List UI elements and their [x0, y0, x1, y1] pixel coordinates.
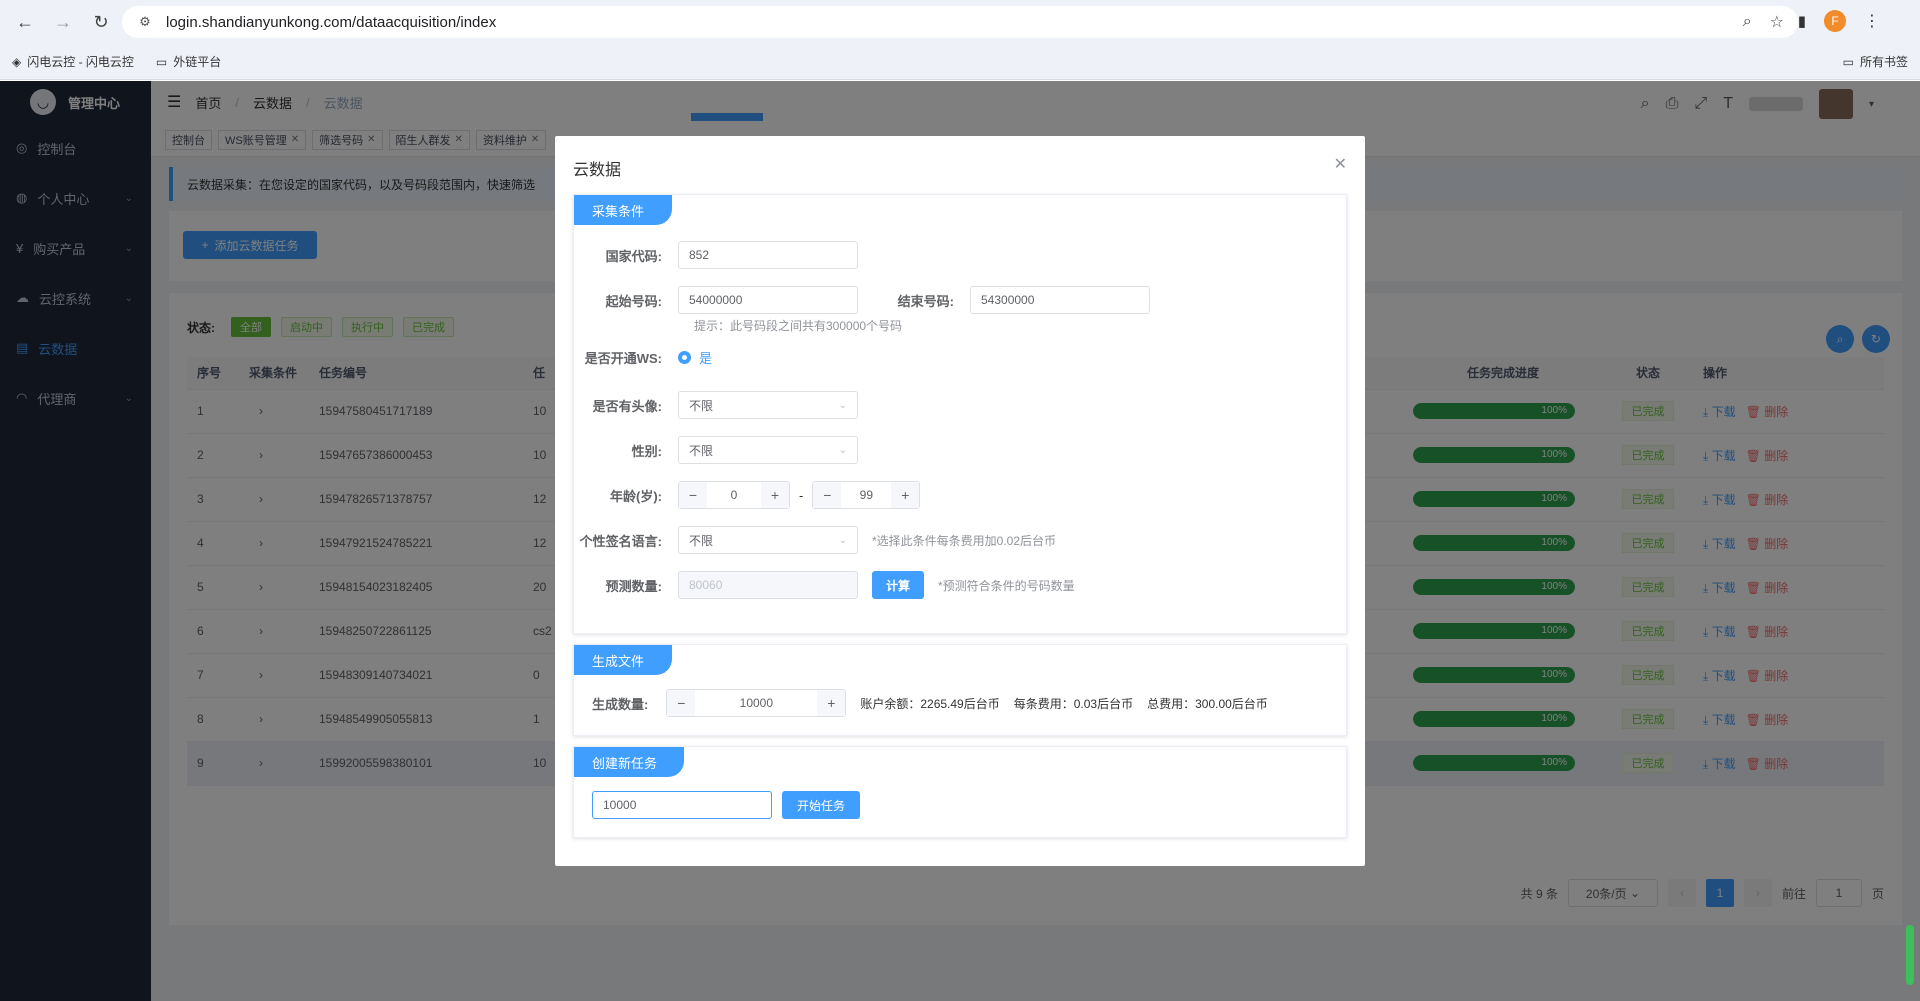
country-code-input[interactable]: 852: [678, 241, 858, 269]
profile-avatar[interactable]: F: [1824, 10, 1846, 32]
signature-language-select[interactable]: 不限 ⌄: [678, 526, 858, 554]
range-hint: 提示：此号码段之间共有300000个号码: [694, 319, 903, 333]
panel-head-generate: 生成文件: [574, 645, 672, 675]
side-panel-icon[interactable]: ▮: [1798, 12, 1806, 30]
cloud-data-dialog: 云数据 ✕ 采集条件 国家代码: 852 起始号码: 54000000 结束号码…: [555, 136, 1365, 866]
reload-icon[interactable]: ↻: [88, 9, 114, 35]
folder-icon: ▭: [1842, 54, 1854, 69]
browser-toolbar: ← → ↻ ⚙ login.shandianyunkong.com/dataac…: [0, 0, 1920, 44]
ws-row: 是否开通WS: 是: [574, 348, 712, 367]
collect-conditions-panel: 采集条件 国家代码: 852 起始号码: 54000000 结束号码: 5430…: [573, 194, 1347, 634]
age-row: 年龄(岁): − 0 + - − 99 +: [574, 481, 921, 509]
plus-icon[interactable]: +: [761, 482, 789, 508]
forward-icon[interactable]: →: [50, 9, 76, 35]
close-icon[interactable]: ✕: [1334, 154, 1347, 174]
start-number-input[interactable]: 54000000: [678, 286, 858, 314]
panel-head-create: 创建新任务: [574, 747, 684, 777]
calculate-button[interactable]: 计算: [872, 571, 924, 599]
total-cost: 总费用：300.00后台币: [1147, 696, 1268, 711]
scrollbar[interactable]: [1906, 925, 1914, 985]
generate-count-stepper[interactable]: − 10000 +: [666, 689, 847, 717]
account-balance: 账户余额：2265.49后台币: [860, 696, 1000, 711]
age-min-stepper[interactable]: − 0 +: [678, 481, 790, 509]
country-row: 国家代码: 852: [574, 241, 858, 269]
estimate-row: 预测数量: 80060 计算 *预测符合条件的号码数量: [574, 571, 1075, 599]
end-number-input[interactable]: 54300000: [970, 286, 1150, 314]
plus-icon[interactable]: +: [891, 482, 920, 508]
estimate-input: 80060: [678, 571, 858, 599]
gender-row: 性别: 不限 ⌄: [574, 436, 858, 464]
create-task-panel: 创建新任务 10000 开始任务: [573, 746, 1347, 838]
all-bookmarks[interactable]: ▭ 所有书签: [1843, 53, 1908, 70]
gender-select[interactable]: 不限 ⌄: [678, 436, 858, 464]
ws-radio-yes[interactable]: 是: [678, 348, 712, 367]
zoom-icon[interactable]: ⌕: [1743, 13, 1752, 31]
range-row: 起始号码: 54000000 结束号码: 54300000: [574, 286, 1150, 314]
generate-row: 生成数量: − 10000 + 账户余额：2265.49后台币 每条费用：0.0…: [592, 689, 1268, 717]
radio-checked-icon: [678, 351, 691, 364]
task-count-input[interactable]: 10000: [592, 791, 772, 819]
minus-icon[interactable]: −: [679, 482, 707, 508]
unit-cost: 每条费用：0.03后台币: [1013, 696, 1134, 711]
bookmarks-bar: ◈ 闪电云控 - 闪电云控 ▭ 外链平台 ▭ 所有书签: [0, 44, 1920, 80]
chevron-down-icon: ⌄: [838, 534, 847, 546]
url-text[interactable]: login.shandianyunkong.com/dataacquisitio…: [166, 14, 496, 31]
dialog-title: 云数据: [573, 162, 622, 179]
bookmark-item[interactable]: ◈ 闪电云控 - 闪电云控: [12, 53, 134, 70]
start-task-button[interactable]: 开始任务: [782, 791, 860, 819]
layers-icon: ◈: [12, 54, 22, 69]
minus-icon[interactable]: −: [667, 690, 696, 716]
menu-kebab-icon[interactable]: ⋮: [1864, 11, 1880, 31]
panel-head-collect: 采集条件: [574, 195, 672, 225]
plus-icon[interactable]: +: [817, 690, 846, 716]
folder-icon: ▭: [155, 54, 168, 69]
back-icon[interactable]: ←: [12, 9, 38, 35]
site-info-icon[interactable]: ⚙: [136, 13, 154, 31]
bookmark-folder[interactable]: ▭ 外链平台: [156, 53, 221, 70]
bookmark-star-icon[interactable]: ☆: [1770, 12, 1784, 32]
chevron-down-icon: ⌄: [838, 444, 847, 456]
generate-file-panel: 生成文件 生成数量: − 10000 + 账户余额：2265.49后台币 每条费…: [573, 644, 1347, 736]
avatar-select[interactable]: 不限 ⌄: [678, 391, 858, 419]
minus-icon[interactable]: −: [813, 482, 842, 508]
age-max-stepper[interactable]: − 99 +: [812, 481, 921, 509]
address-bar[interactable]: ⚙ login.shandianyunkong.com/dataacquisit…: [122, 6, 1798, 38]
signature-row: 个性签名语言: 不限 ⌄ *选择此条件每条费用加0.02后台币: [574, 526, 1056, 554]
avatar-row: 是否有头像: 不限 ⌄: [574, 391, 858, 419]
create-row: 10000 开始任务: [592, 791, 860, 819]
chevron-down-icon: ⌄: [838, 399, 847, 411]
